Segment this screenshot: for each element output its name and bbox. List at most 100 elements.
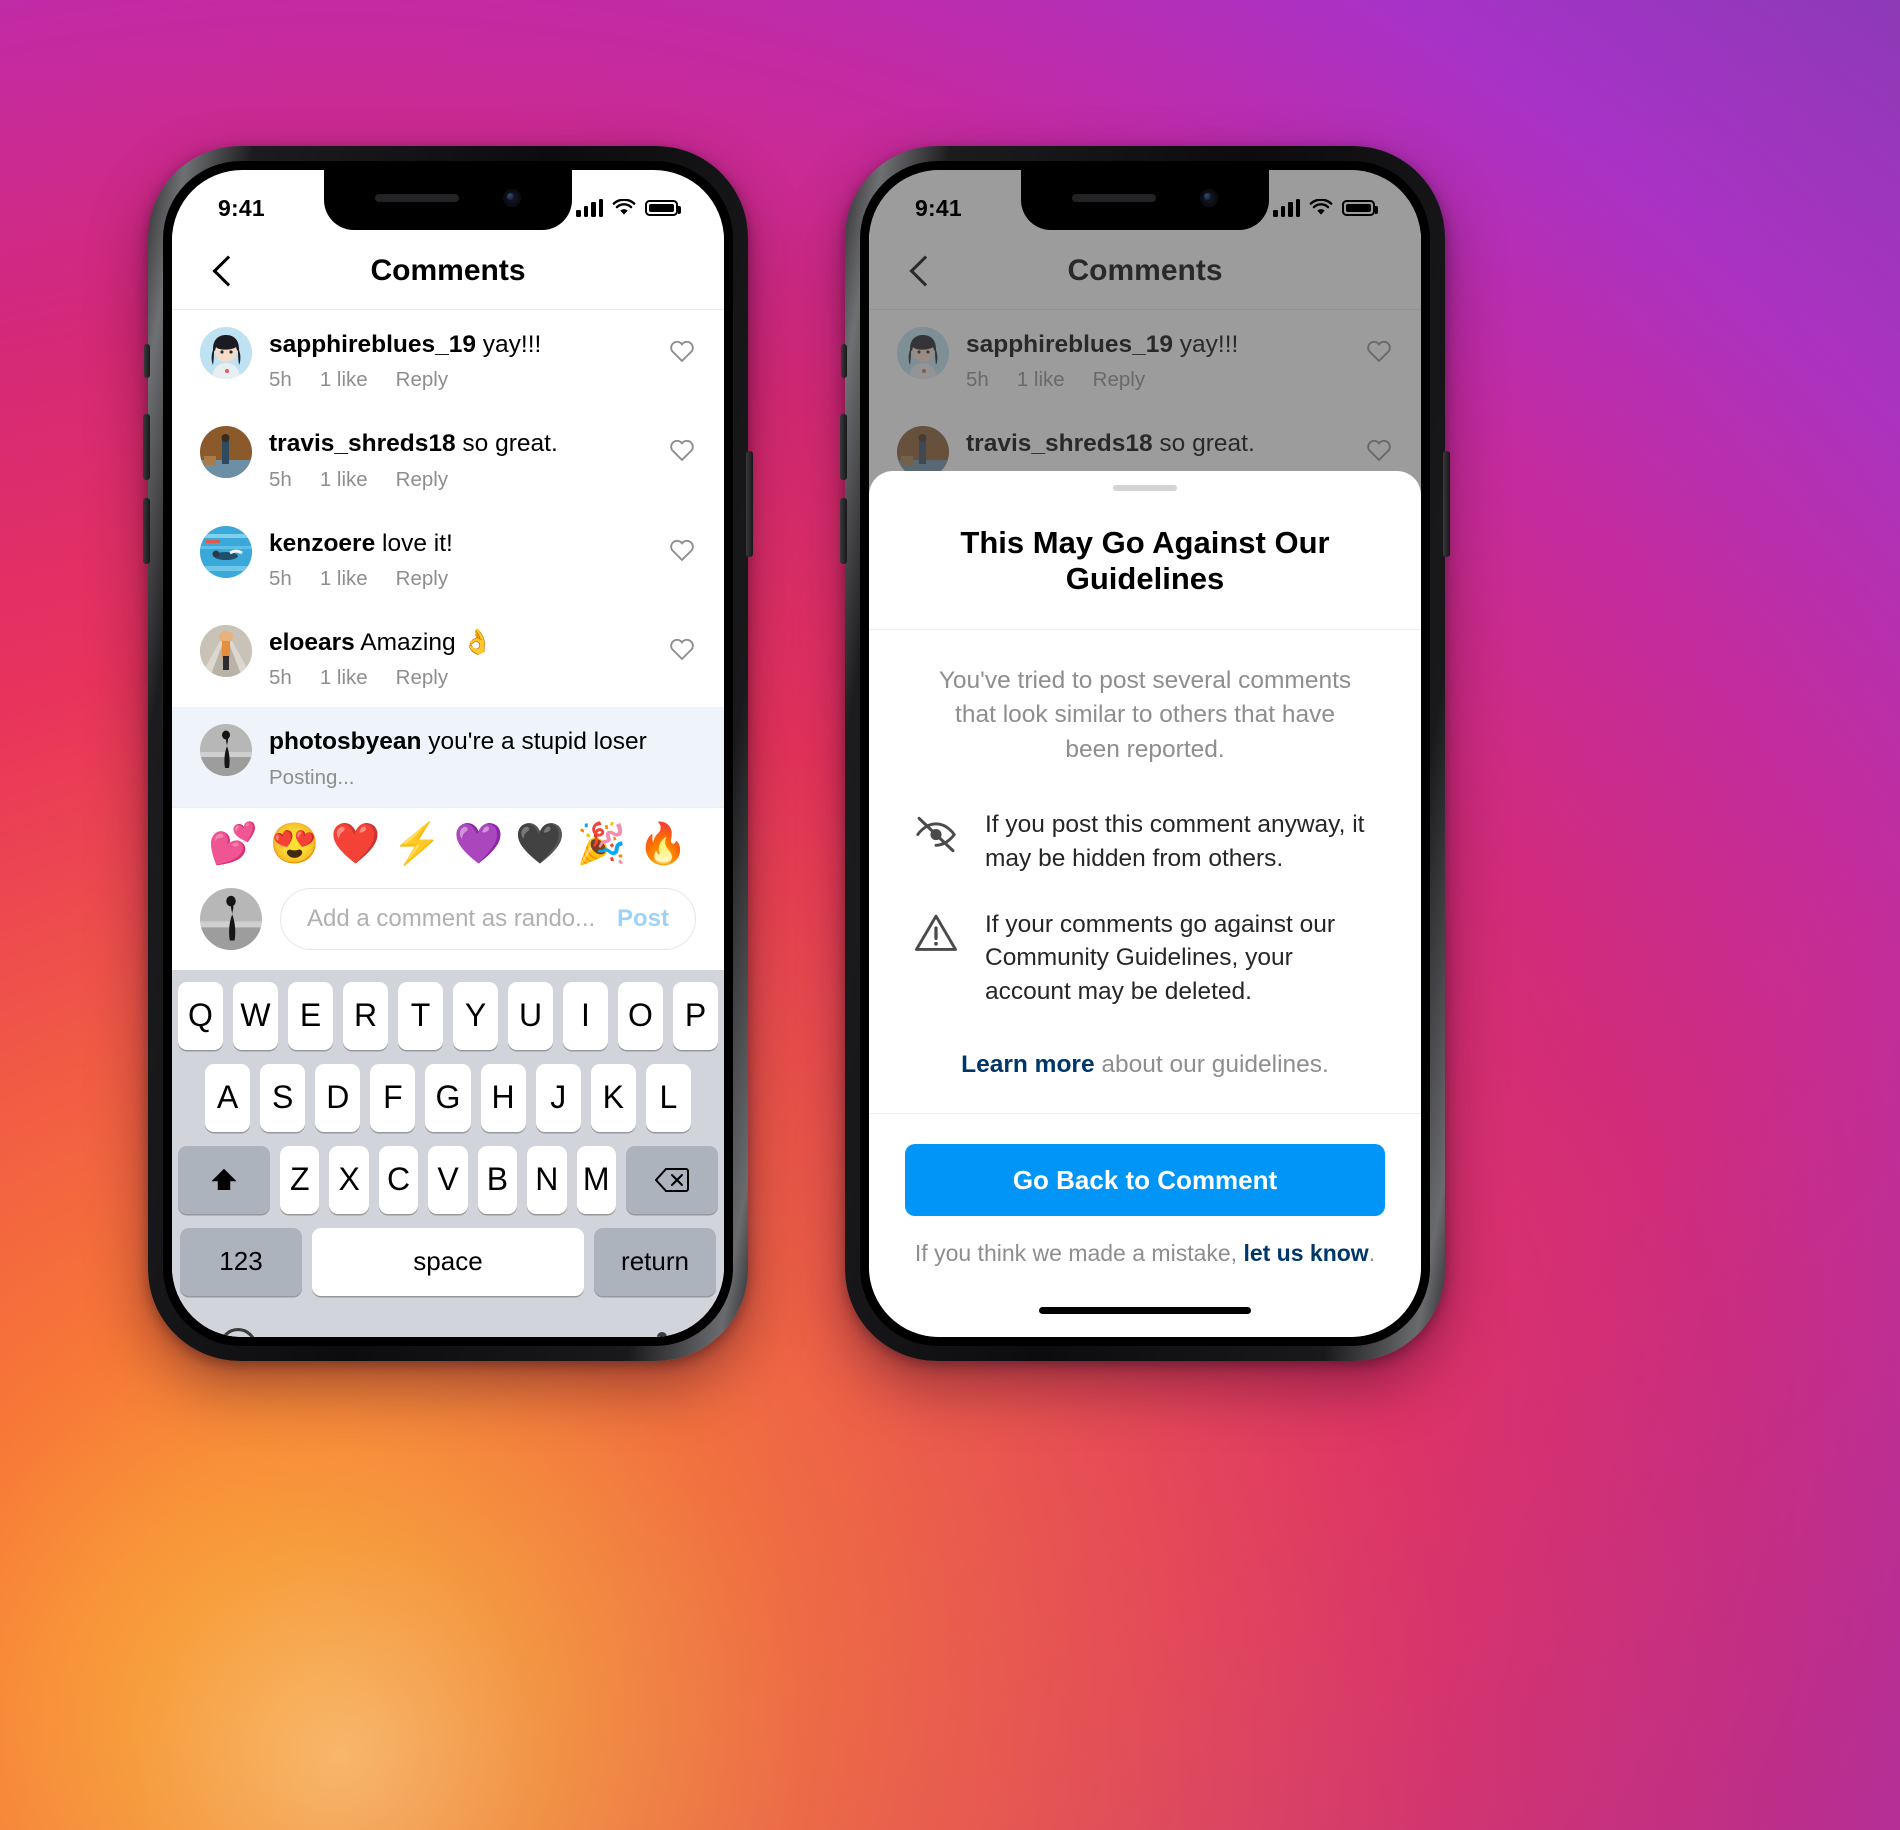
learn-more-rest: about our guidelines.: [1094, 1051, 1329, 1078]
status-time: 9:41: [218, 194, 265, 221]
key-c[interactable]: C: [378, 1145, 419, 1214]
key-h[interactable]: H: [480, 1063, 526, 1132]
black-heart-emoji[interactable]: 🖤: [515, 824, 565, 864]
key-t[interactable]: T: [398, 981, 443, 1050]
comment-row[interactable]: eloears Amazing 👌 5h 1 like Reply: [172, 608, 724, 707]
comment-reply[interactable]: Reply: [396, 368, 448, 392]
key-n[interactable]: N: [527, 1145, 567, 1214]
power-button[interactable]: [746, 451, 753, 557]
comment-reply[interactable]: Reply: [396, 468, 448, 492]
battery-full-icon: [645, 200, 681, 216]
key-u[interactable]: U: [508, 981, 553, 1050]
keyboard-row-2: A S D F G H J K L: [178, 1063, 718, 1132]
key-f[interactable]: F: [370, 1063, 416, 1132]
key-m[interactable]: M: [576, 1145, 616, 1214]
silent-switch[interactable]: [841, 344, 847, 378]
purple-heart-emoji[interactable]: 💜: [454, 824, 504, 864]
let-us-know-link[interactable]: let us know: [1243, 1240, 1368, 1266]
volume-up-button[interactable]: [143, 414, 150, 480]
keyboard-row-3: Z X C V B N M: [178, 1145, 718, 1214]
heart-eyes-emoji[interactable]: 😍: [269, 824, 319, 864]
comment-reply[interactable]: Reply: [396, 666, 448, 690]
key-i[interactable]: I: [563, 981, 608, 1050]
search-input-pill[interactable]: Add a comment as rando... Post: [280, 887, 696, 950]
comment-likes[interactable]: 1 like: [320, 468, 368, 492]
heart-outline-icon[interactable]: [668, 536, 696, 564]
high-voltage-emoji[interactable]: ⚡: [392, 824, 442, 864]
comment-likes[interactable]: 1 like: [320, 567, 368, 591]
space-key[interactable]: space: [312, 1227, 584, 1296]
key-y[interactable]: Y: [453, 981, 498, 1050]
key-q[interactable]: Q: [178, 981, 223, 1050]
two-hearts-emoji[interactable]: 💕: [208, 824, 258, 864]
key-p[interactable]: P: [673, 981, 718, 1050]
party-popper-emoji[interactable]: 🎉: [577, 824, 627, 864]
return-key[interactable]: return: [594, 1227, 716, 1296]
power-button[interactable]: [1443, 451, 1450, 557]
red-heart-emoji[interactable]: ❤️: [331, 824, 381, 864]
comment-row[interactable]: kenzoere love it! 5h 1 like Reply: [172, 509, 724, 608]
comment-text: so great.: [462, 430, 558, 458]
key-w[interactable]: W: [233, 981, 278, 1050]
wifi-icon: [1309, 199, 1333, 215]
learn-more-link[interactable]: Learn more: [961, 1051, 1094, 1078]
key-o[interactable]: O: [618, 981, 663, 1050]
key-l[interactable]: L: [645, 1063, 691, 1132]
shift-key[interactable]: [178, 1145, 271, 1214]
comment-row[interactable]: sapphireblues_19 yay!!! 5h 1 like Reply: [172, 310, 724, 409]
warning-triangle-icon: [913, 910, 959, 956]
backspace-key[interactable]: [625, 1145, 718, 1214]
volume-up-button[interactable]: [840, 414, 847, 480]
avatar[interactable]: [200, 724, 252, 777]
heart-outline-icon[interactable]: [668, 436, 696, 464]
comment-likes[interactable]: 1 like: [320, 666, 368, 690]
key-j[interactable]: J: [535, 1063, 581, 1132]
comment-username[interactable]: sapphireblues_19: [269, 331, 476, 358]
keyboard-row-1: Q W E R T Y U I O P: [178, 981, 718, 1050]
battery-full-icon: [1342, 200, 1378, 216]
go-back-to-comment-button[interactable]: Go Back to Comment: [905, 1144, 1385, 1216]
key-a[interactable]: A: [205, 1063, 251, 1132]
key-s[interactable]: S: [260, 1063, 306, 1132]
comment-username[interactable]: eloears: [269, 629, 355, 656]
volume-down-button[interactable]: [143, 498, 150, 564]
comment-text: Amazing 👌: [360, 629, 493, 657]
comment-input-placeholder[interactable]: Add a comment as rando...: [307, 905, 607, 933]
comment-reply[interactable]: Reply: [396, 567, 448, 591]
key-e[interactable]: E: [288, 981, 333, 1050]
comment-username[interactable]: travis_shreds18: [269, 430, 456, 457]
avatar[interactable]: [200, 426, 252, 479]
heart-outline-icon[interactable]: [668, 635, 696, 663]
key-b[interactable]: B: [477, 1145, 518, 1214]
key-v[interactable]: V: [428, 1145, 468, 1214]
numbers-key[interactable]: 123: [180, 1227, 302, 1296]
volume-down-button[interactable]: [840, 498, 847, 564]
emoji-smiley-icon[interactable]: [216, 1325, 260, 1337]
comment-username[interactable]: kenzoere: [269, 530, 375, 557]
mistake-prefix: If you think we made a mistake,: [914, 1240, 1244, 1266]
fire-emoji[interactable]: 🔥: [638, 824, 688, 864]
pending-comment-username[interactable]: photosbyean: [269, 728, 421, 755]
key-k[interactable]: K: [590, 1063, 636, 1132]
key-g[interactable]: G: [425, 1063, 471, 1132]
key-r[interactable]: R: [343, 981, 388, 1050]
key-d[interactable]: D: [315, 1063, 361, 1132]
silent-switch[interactable]: [144, 344, 150, 378]
comment-row[interactable]: travis_shreds18 so great. 5h 1 like Repl…: [172, 409, 724, 508]
microphone-icon[interactable]: [644, 1325, 680, 1337]
pending-comment-text: you're a stupid loser: [428, 728, 647, 756]
key-z[interactable]: Z: [280, 1145, 320, 1214]
home-indicator[interactable]: [869, 1283, 1421, 1337]
avatar[interactable]: [200, 625, 252, 678]
avatar[interactable]: [200, 327, 252, 379]
back-chevron-icon[interactable]: [206, 254, 240, 288]
post-button[interactable]: Post: [617, 905, 669, 933]
modal-title: This May Go Against Our Guidelines: [869, 491, 1421, 630]
key-x[interactable]: X: [329, 1145, 369, 1214]
pending-comment-row: photosbyean you're a stupid loser Postin…: [172, 707, 724, 807]
comment-list: sapphireblues_19 yay!!! 5h 1 like Reply: [172, 310, 724, 807]
comment-likes[interactable]: 1 like: [320, 368, 368, 392]
learn-more-row: Learn more about our guidelines.: [869, 1025, 1421, 1114]
heart-outline-icon[interactable]: [668, 337, 696, 365]
avatar[interactable]: [200, 525, 252, 578]
